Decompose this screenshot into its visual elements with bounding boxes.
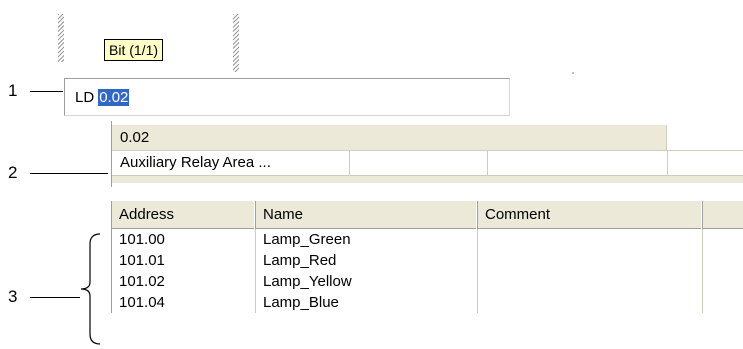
extra-cell bbox=[703, 229, 743, 250]
column-header-comment[interactable]: Comment bbox=[478, 201, 703, 229]
table-header: Address Name Comment bbox=[112, 201, 743, 229]
table-row[interactable]: 101.01 Lamp_Red bbox=[112, 250, 743, 271]
table-row[interactable]: 101.04 Lamp_Blue bbox=[112, 292, 743, 313]
table-row[interactable]: 101.02 Lamp_Yellow bbox=[112, 271, 743, 292]
callout-3-brace bbox=[80, 233, 101, 345]
extra-cell bbox=[703, 292, 743, 313]
operand-address-filler bbox=[666, 125, 743, 151]
column-header-name[interactable]: Name bbox=[256, 201, 478, 229]
symbol-table: Address Name Comment 101.00 Lamp_Green 1… bbox=[111, 201, 743, 313]
operand-detail-cell bbox=[350, 151, 488, 175]
table-row[interactable]: 101.00 Lamp_Green bbox=[112, 229, 743, 250]
operand-address-text: 0.02 bbox=[112, 125, 666, 151]
name-cell: Lamp_Red bbox=[256, 250, 478, 271]
bit-tooltip: Bit (1/1) bbox=[104, 39, 164, 61]
comment-cell bbox=[478, 250, 703, 271]
operand-panel-footer bbox=[112, 175, 743, 183]
callout-3-label: 3 bbox=[8, 287, 18, 306]
callout-3-line bbox=[30, 297, 80, 298]
extra-cell bbox=[703, 271, 743, 292]
name-cell: Lamp_Green bbox=[256, 229, 478, 250]
address-cell: 101.04 bbox=[112, 292, 256, 313]
comment-cell bbox=[478, 229, 703, 250]
instruction-input[interactable]: LD 0.02 bbox=[64, 78, 510, 116]
operand-area-text: Auxiliary Relay Area ... bbox=[112, 151, 350, 175]
column-header-address[interactable]: Address bbox=[112, 201, 256, 229]
extra-cell bbox=[703, 250, 743, 271]
callout-2-label: 2 bbox=[8, 163, 18, 182]
comment-cell bbox=[478, 271, 703, 292]
instruction-operand: 0.02 bbox=[98, 88, 130, 106]
operand-detail-cell bbox=[488, 151, 668, 175]
address-cell: 101.02 bbox=[112, 271, 256, 292]
operand-info-panel: 0.02 Auxiliary Relay Area ... bbox=[111, 121, 743, 187]
ladder-left-rail bbox=[58, 14, 64, 62]
address-cell: 101.01 bbox=[112, 250, 256, 271]
callout-2-line bbox=[30, 173, 108, 174]
callout-1-label: 1 bbox=[8, 81, 18, 100]
instruction-mnemonic: LD bbox=[75, 88, 95, 106]
address-cell: 101.00 bbox=[112, 229, 256, 250]
name-cell: Lamp_Blue bbox=[256, 292, 478, 313]
comment-cell bbox=[478, 292, 703, 313]
callout-1-line bbox=[30, 91, 63, 92]
name-cell: Lamp_Yellow bbox=[256, 271, 478, 292]
divider-dot bbox=[572, 72, 574, 74]
column-header-extra[interactable] bbox=[703, 201, 743, 229]
ladder-right-rail bbox=[233, 14, 239, 72]
